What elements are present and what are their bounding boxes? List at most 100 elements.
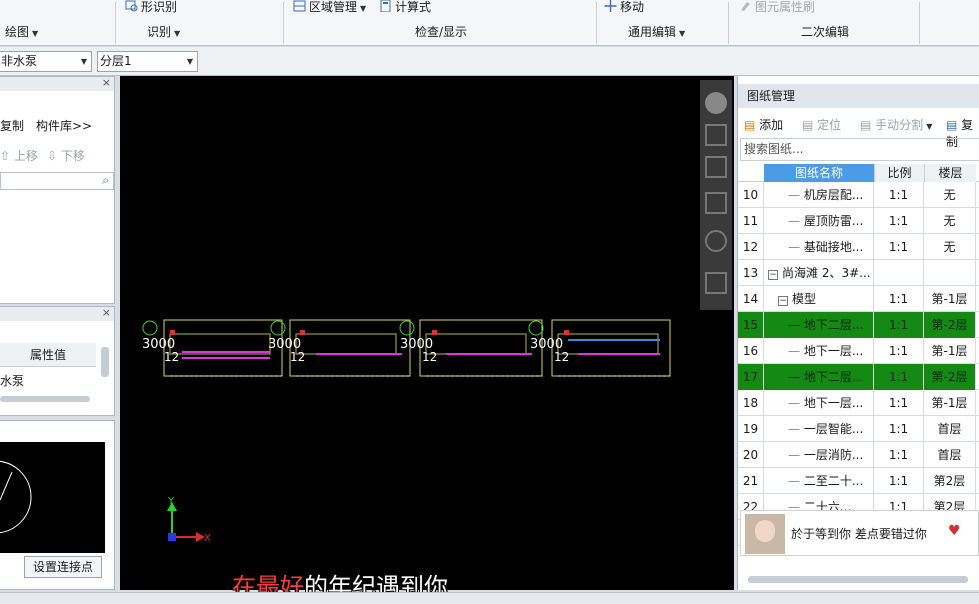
row-number-label: 12 <box>290 350 305 364</box>
scale-cell: 1:1 <box>874 182 924 208</box>
drawing-name-cell: — 地下二层... <box>764 312 874 338</box>
scale-cell <box>874 260 924 286</box>
collapse-icon[interactable]: − <box>778 296 788 306</box>
arrow-up-icon: ⇧ <box>0 149 11 163</box>
column-header-scale[interactable]: 比例 <box>874 164 924 182</box>
scale-cell: 1:1 <box>874 208 924 234</box>
drawing-name: 地下一层... <box>803 344 864 358</box>
tree-line-icon: — <box>788 318 804 332</box>
scale-cell: 1:1 <box>874 416 924 442</box>
column-header-floor[interactable]: 楼层 <box>924 164 976 182</box>
component-library-button[interactable]: 构件库>> <box>36 117 92 134</box>
drawing-name-cell: − 尚海滩 2、3#... <box>764 260 874 286</box>
brush-icon <box>741 2 750 11</box>
drawing-name: 二至二十... <box>803 474 864 488</box>
component-search-input[interactable]: ⌕ <box>0 172 114 190</box>
table-row[interactable]: 13− 尚海滩 2、3#... <box>738 260 979 286</box>
floor-cell: 第-1层 <box>924 338 976 364</box>
status-bar <box>0 592 979 604</box>
row-number: 18 <box>738 390 764 416</box>
calc-formula-button[interactable]: 计算式 <box>379 0 431 14</box>
move-down-button[interactable]: ⇩ 下移 <box>47 147 85 164</box>
table-row[interactable]: 21— 二至二十... 1:1 第2层 <box>738 468 979 494</box>
tree-line-icon: — <box>788 396 804 410</box>
cad-drawing: 3000 3000 3000 3000 12 12 12 12 Y X <box>142 319 671 544</box>
rotate-icon[interactable] <box>705 230 727 252</box>
component-select[interactable]: 非水泵 ▼ <box>0 51 92 72</box>
drawing-name: 机房层配... <box>803 188 864 202</box>
add-drawing-button[interactable]: ▤ 添加 <box>744 116 783 133</box>
globe-icon[interactable] <box>705 92 727 114</box>
move-button[interactable]: 移动 <box>604 0 644 14</box>
album-cover <box>745 514 785 554</box>
shape-recognize-icon <box>125 0 138 12</box>
draw-menu[interactable]: 绘图 ▼ <box>5 24 38 40</box>
table-row[interactable]: 11— 屋顶防雷... 1:1 无 <box>738 208 979 234</box>
cad-canvas[interactable]: 3000 3000 3000 3000 12 12 12 12 Y X <box>120 76 734 590</box>
scrollbar[interactable] <box>0 396 90 402</box>
drawing-name-cell: — 地下二层... <box>764 364 874 390</box>
drawing-name-cell: − 模型 <box>764 286 874 312</box>
tree-line-icon: — <box>788 370 804 384</box>
attribute-panel: × 属性值 水泵 <box>0 306 115 416</box>
region-manage-button[interactable]: 区域管理 ▼ <box>293 0 366 14</box>
horizontal-scrollbar[interactable] <box>748 576 968 583</box>
table-row[interactable]: 16— 地下一层... 1:1 第-1层 <box>738 338 979 364</box>
floor-select[interactable]: 分层1 ▼ <box>97 51 198 72</box>
drawing-name-cell: — 地下一层... <box>764 390 874 416</box>
cube-icon[interactable] <box>705 124 727 146</box>
floor-cell: 首层 <box>924 442 976 468</box>
general-edit-group-menu[interactable]: 通用编辑 ▼ <box>628 24 685 40</box>
view-iso-icon[interactable] <box>705 192 727 214</box>
add-file-icon: ▤ <box>744 118 756 132</box>
grid-icon[interactable] <box>705 272 727 294</box>
row-number: 13 <box>738 260 764 286</box>
table-row[interactable]: 15— 地下二层... 1:1 第-2层 <box>738 312 979 338</box>
recognize-group-menu[interactable]: 识别 ▼ <box>147 24 180 40</box>
refresh-attr-button[interactable]: 图元属性刷 <box>739 0 815 14</box>
drawing-name-cell: — 机房层配... <box>764 182 874 208</box>
tree-line-icon: — <box>788 214 804 228</box>
chevron-down-icon: ▼ <box>186 57 193 66</box>
locate-button[interactable]: ▤ 定位 <box>802 116 841 133</box>
ribbon: 绘图 ▼ 形识别 识别 ▼ 区域管理 ▼ 计算式 检查/显示 移动 通用编辑 ▼ 图元属… <box>0 0 979 46</box>
attr-value-cell[interactable]: 水泵 <box>0 372 24 389</box>
check-display-group-label: 检查/显示 <box>415 25 468 39</box>
table-row[interactable]: 14− 模型 1:1 第-1层 <box>738 286 979 312</box>
attr-value-header: 属性值 <box>0 343 96 367</box>
table-row[interactable]: 10— 机房层配... 1:1 无 <box>738 182 979 208</box>
move-up-button[interactable]: ⇧ 上移 <box>0 147 38 164</box>
manual-split-button[interactable]: ▤ 手动分割 ▼ <box>860 116 932 133</box>
close-icon[interactable]: × <box>102 306 111 319</box>
row-number: 14 <box>738 286 764 312</box>
close-icon[interactable]: × <box>102 76 111 89</box>
scale-cell: 1:1 <box>874 286 924 312</box>
axis-x-label: X <box>204 533 211 544</box>
table-row[interactable]: 12— 基础接地... 1:1 无 <box>738 234 979 260</box>
scrollbar[interactable] <box>101 347 109 377</box>
column-header-name[interactable]: 图纸名称 <box>764 164 874 182</box>
ribbon-divider <box>728 2 729 44</box>
view-front-icon[interactable] <box>705 156 727 178</box>
table-row[interactable]: 19— 一层智能... 1:1 首层 <box>738 416 979 442</box>
scale-cell: 1:1 <box>874 338 924 364</box>
table-row[interactable]: 20— 一层消防... 1:1 首层 <box>738 442 979 468</box>
floor-cell: 首层 <box>924 416 976 442</box>
collapse-icon[interactable]: − <box>768 270 778 280</box>
locate-icon: ▤ <box>802 118 814 132</box>
row-number: 21 <box>738 468 764 494</box>
shape-recognize-button[interactable]: 形识别 <box>125 0 177 14</box>
set-connection-point-button[interactable]: 设置连接点 <box>24 556 102 578</box>
arrow-down-icon: ⇩ <box>47 149 58 163</box>
drawing-name: 一层消防... <box>803 448 864 462</box>
selector-bar: 非水泵 ▼ 分层1 ▼ <box>0 47 979 76</box>
drawing-name: 基础接地... <box>803 240 864 254</box>
music-popup[interactable]: 於于等到你 差点要错过你 ♥ <box>740 510 979 556</box>
row-number: 10 <box>738 182 764 208</box>
axis-indicator: Y X <box>167 496 211 544</box>
table-row[interactable]: 17— 地下二层... 1:1 第-2层 <box>738 364 979 390</box>
table-row[interactable]: 18— 地下一层... 1:1 第-1层 <box>738 390 979 416</box>
heart-icon[interactable]: ♥ <box>948 523 961 539</box>
drawing-search-input[interactable]: 搜索图纸... <box>740 138 979 161</box>
copy-button[interactable]: 复制 <box>0 117 24 134</box>
